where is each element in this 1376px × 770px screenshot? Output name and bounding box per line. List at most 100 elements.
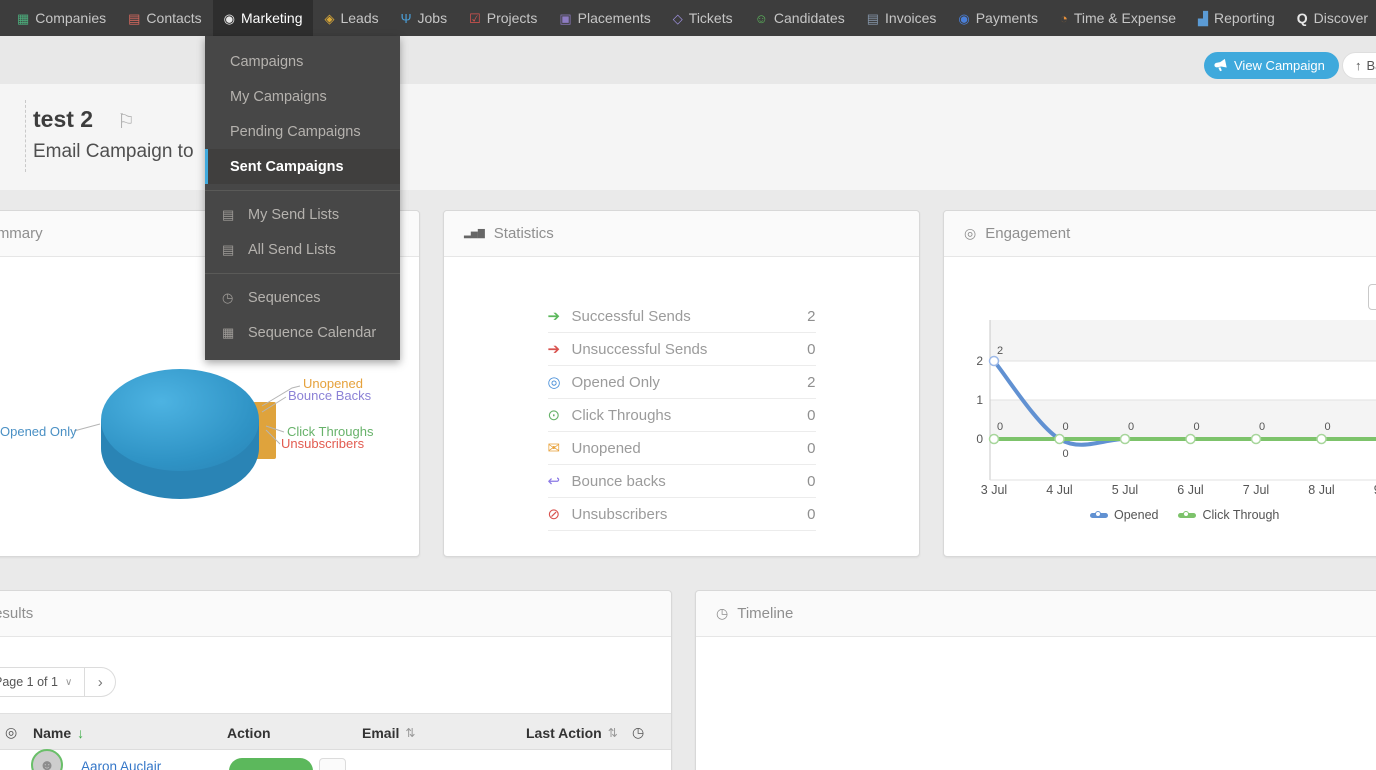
- menu-item-label: All Send Lists: [248, 241, 336, 258]
- nav-item-label: Payments: [975, 10, 1038, 26]
- legend-item-opened[interactable]: Opened: [1090, 508, 1158, 522]
- chevron-down-icon: ∨: [64, 676, 73, 688]
- clock-icon: ◷: [716, 605, 729, 621]
- flag-icon[interactable]: ⚐: [117, 109, 135, 134]
- page-select[interactable]: Page 1 of 1 ∨: [0, 667, 86, 697]
- leads-icon: ◈: [324, 10, 335, 26]
- stopwatch-icon: ◷: [222, 289, 234, 305]
- page-title: test 2: [33, 106, 94, 132]
- nav-item-projects[interactable]: ☑ Projects: [458, 0, 548, 36]
- column-header-action[interactable]: Action: [227, 714, 271, 751]
- statistics-list: ➔ Successful Sends 2 ➔ Unsuccessful Sends 0 ◎ O…: [547, 300, 816, 531]
- stat-row-bounce-backs: ↩ Bounce backs 0: [547, 465, 816, 498]
- menu-item-label: Sent Campaigns: [230, 158, 344, 175]
- time-expense-icon: ◔: [1059, 10, 1068, 26]
- summary-card-title: Summary: [0, 225, 43, 242]
- click-throughs-icon: ⊙: [547, 407, 561, 424]
- stat-label: Unsubscribers: [571, 505, 668, 523]
- svg-text:0: 0: [1128, 421, 1134, 433]
- nav-item-tickets[interactable]: ◇ Tickets: [662, 0, 744, 36]
- menu-item-my-campaigns[interactable]: My Campaigns: [205, 79, 400, 114]
- nav-item-companies[interactable]: ▦ Companies: [6, 0, 117, 36]
- sort-icon: ⇅: [607, 725, 618, 740]
- marketing-dropdown-menu: Campaigns My Campaigns Pending Campaigns Se…: [205, 36, 400, 360]
- menu-item-sequences[interactable]: ◷ Sequences: [205, 280, 400, 315]
- megaphone-icon: [1214, 58, 1227, 71]
- contact-name-link[interactable]: Aaron Auclair: [81, 759, 161, 770]
- stat-label: Unopened: [571, 439, 641, 457]
- menu-item-label: Campaigns: [230, 53, 304, 70]
- send-success-icon: ➔: [547, 308, 561, 325]
- legend-label: Click Through: [1202, 508, 1280, 522]
- svg-text:7 Jul: 7 Jul: [1243, 483, 1269, 497]
- results-card-header: ▤ Results: [0, 591, 671, 637]
- row-more-button[interactable]: [319, 758, 346, 770]
- menu-item-label: Sequence Calendar: [248, 324, 377, 341]
- send-fail-icon: ➔: [547, 341, 561, 358]
- svg-text:0: 0: [1259, 421, 1265, 433]
- select-all-icon[interactable]: ◎: [5, 714, 17, 751]
- sort-icon: ⇅: [405, 725, 416, 740]
- svg-text:4 Jul: 4 Jul: [1046, 483, 1072, 497]
- engagement-export-button[interactable]: [1368, 284, 1376, 310]
- stat-label: Unsuccessful Sends: [571, 340, 708, 358]
- stat-value: 2: [807, 373, 816, 391]
- tickets-icon: ◇: [672, 10, 683, 26]
- nav-item-label: Leads: [340, 10, 379, 26]
- nav-item-label: Companies: [35, 10, 107, 26]
- nav-item-leads[interactable]: ◈ Leads: [313, 0, 389, 36]
- results-card-title: Results: [0, 605, 34, 622]
- header-dashed-divider: [25, 100, 26, 172]
- column-header-name[interactable]: Name ↓: [33, 714, 84, 751]
- nav-item-label: Tickets: [688, 10, 733, 26]
- nav-item-label: Invoices: [885, 10, 937, 26]
- nav-item-label: Contacts: [146, 10, 202, 26]
- next-page-button[interactable]: ›: [85, 667, 117, 697]
- nav-item-contacts[interactable]: ▤ Contacts: [117, 0, 213, 36]
- stat-row-click-throughs: ⊙ Click Throughs 0: [547, 399, 816, 432]
- stat-value: 0: [807, 406, 816, 424]
- app-window: test 2 ⚐ Email Campaign to View Campaign…: [0, 0, 1376, 770]
- nav-item-invoices[interactable]: ▤ Invoices: [856, 0, 948, 36]
- stat-row-unsubscribers: ⊘ Unsubscribers 0: [547, 498, 816, 531]
- column-header-last-action[interactable]: Last Action ⇅: [526, 714, 618, 751]
- stat-row-unsuccessful-sends: ➔ Unsuccessful Sends 0: [547, 333, 816, 366]
- nav-item-time-expense[interactable]: ◔ Time & Expense: [1049, 0, 1187, 36]
- reporting-icon: ▟: [1198, 10, 1209, 26]
- menu-item-campaigns[interactable]: Campaigns: [205, 44, 400, 79]
- placements-icon: ▣: [559, 10, 572, 26]
- contacts-icon: ▤: [128, 10, 141, 26]
- nav-item-payments[interactable]: ◉ Payments: [947, 0, 1049, 36]
- view-campaign-button[interactable]: View Campaign: [1204, 52, 1339, 79]
- menu-item-all-send-lists[interactable]: ▤ All Send Lists: [205, 232, 400, 267]
- last-action-clock-icon[interactable]: ◷: [632, 714, 644, 751]
- nav-item-placements[interactable]: ▣ Placements: [548, 0, 661, 36]
- svg-text:0: 0: [1063, 421, 1069, 433]
- nav-item-label: Candidates: [773, 10, 845, 26]
- menu-item-sequence-calendar[interactable]: ▦ Sequence Calendar: [205, 315, 400, 350]
- column-header-email[interactable]: Email ⇅: [362, 714, 415, 751]
- nav-item-marketing[interactable]: ◉ Marketing: [212, 0, 314, 36]
- action-status-button[interactable]: [229, 758, 313, 770]
- legend-swatch: [1178, 510, 1197, 518]
- nav-item-label: Discover: [1313, 10, 1369, 26]
- menu-item-sent-campaigns[interactable]: Sent Campaigns: [205, 149, 400, 184]
- nav-item-discover[interactable]: Q Discover: [1286, 0, 1376, 36]
- menu-item-pending-campaigns[interactable]: Pending Campaigns: [205, 114, 400, 149]
- back-button[interactable]: ↑ Back: [1342, 52, 1376, 79]
- nav-item-jobs[interactable]: Ψ Jobs: [390, 0, 458, 36]
- nav-item-reporting[interactable]: ▟ Reporting: [1187, 0, 1286, 36]
- jobs-icon: Ψ: [400, 10, 412, 26]
- candidates-icon: ☺: [754, 10, 768, 26]
- projects-icon: ☑: [469, 10, 481, 26]
- nav-item-candidates[interactable]: ☺ Candidates: [744, 0, 856, 36]
- menu-item-my-send-lists[interactable]: ▤ My Send Lists: [205, 197, 400, 232]
- svg-text:3 Jul: 3 Jul: [981, 483, 1007, 497]
- results-table-header: ◎ Name ↓ Action Email ⇅ Last Action ⇅ ◷: [0, 713, 671, 750]
- menu-item-label: My Send Lists: [248, 206, 340, 223]
- legend-item-click-through[interactable]: Click Through: [1178, 508, 1279, 522]
- invoices-icon: ▤: [866, 10, 880, 26]
- marketing-icon: ◉: [223, 10, 236, 26]
- unsubscribers-icon: ⊘: [547, 506, 561, 523]
- top-navbar: ▦ Companies ▤ Contacts ◉ Marketing ◈ Leads Ψ Jobs…: [0, 0, 1376, 36]
